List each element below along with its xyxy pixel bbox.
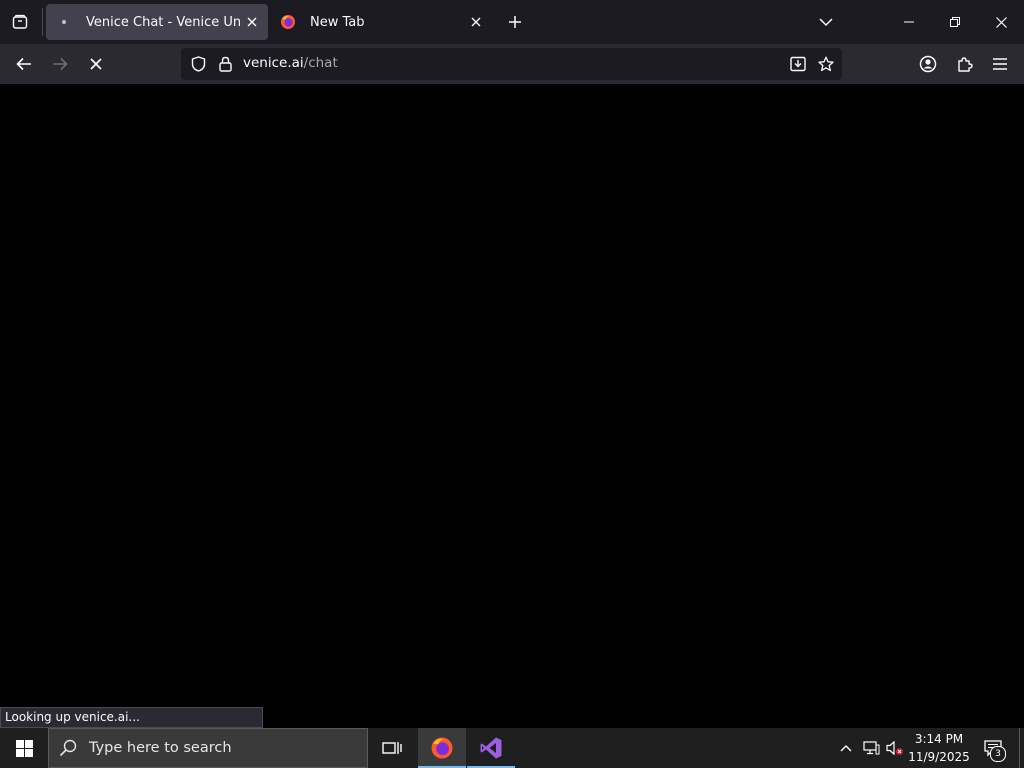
status-panel: Looking up venice.ai...: [0, 707, 263, 728]
search-icon: [59, 739, 77, 757]
restore-button[interactable]: [932, 0, 978, 44]
download-tray-icon: [790, 56, 806, 72]
install-app-button[interactable]: [786, 51, 810, 77]
firefox-view-icon: [12, 14, 28, 29]
back-arrow-icon: [16, 57, 31, 71]
firefox-view-button[interactable]: [6, 8, 34, 36]
tab-venice-chat[interactable]: Venice Chat - Venice Uncensored: [46, 4, 268, 40]
stop-loading-button[interactable]: [82, 50, 110, 78]
tab-close-button[interactable]: [464, 10, 488, 34]
forward-arrow-icon: [53, 57, 68, 71]
back-button[interactable]: [10, 50, 38, 78]
visual-studio-icon: [480, 737, 502, 759]
notification-count-badge: 3: [990, 746, 1006, 762]
close-icon: [471, 17, 481, 27]
tab-strip: Venice Chat - Venice Uncensored New Tab: [0, 0, 1024, 44]
chevron-down-icon: [819, 18, 833, 27]
tab-close-button[interactable]: [240, 10, 264, 34]
stop-x-icon: [90, 58, 102, 70]
speaker-muted-icon: [886, 740, 903, 756]
account-button[interactable]: [914, 50, 942, 78]
tab-title: Venice Chat - Venice Uncensored: [86, 14, 240, 30]
app-menu-button[interactable]: [986, 50, 1014, 78]
page-content[interactable]: [0, 84, 1024, 728]
extensions-button[interactable]: [950, 50, 978, 78]
window-close-button[interactable]: [978, 0, 1024, 44]
close-icon: [995, 16, 1007, 28]
show-desktop-button[interactable]: [1019, 728, 1024, 768]
system-clock[interactable]: 3:14 PM 11/9/2025: [908, 730, 970, 766]
puzzle-icon: [957, 56, 973, 72]
list-all-tabs-button[interactable]: [812, 8, 840, 36]
site-info-button[interactable]: [215, 52, 235, 76]
tab-title: New Tab: [310, 14, 365, 30]
lock-icon: [218, 56, 232, 72]
url-text[interactable]: venice.ai/chat: [243, 55, 338, 71]
url-path: /chat: [303, 55, 338, 71]
task-view-button[interactable]: [368, 728, 416, 768]
network-button[interactable]: [860, 736, 882, 760]
taskbar-visual-studio[interactable]: [467, 728, 515, 768]
forward-button[interactable]: [46, 50, 74, 78]
loading-dot-icon: [56, 14, 72, 30]
star-icon: [818, 56, 834, 72]
navigation-toolbar: venice.ai/chat: [0, 44, 1024, 84]
tracking-protection-button[interactable]: [187, 52, 209, 76]
bookmark-button[interactable]: [814, 51, 838, 77]
show-hidden-icons-button[interactable]: [836, 736, 856, 760]
clock-date: 11/9/2025: [908, 750, 970, 764]
windows-taskbar: Type here to search 3:14 PM 11/9/2025: [0, 728, 1024, 768]
url-bar[interactable]: venice.ai/chat: [181, 48, 842, 80]
firefox-icon: [431, 737, 453, 759]
network-icon: [862, 740, 879, 754]
task-view-icon: [382, 742, 402, 754]
account-icon: [919, 55, 937, 73]
taskbar-firefox[interactable]: [418, 728, 466, 768]
search-placeholder: Type here to search: [89, 740, 232, 756]
start-button[interactable]: [0, 728, 48, 768]
new-tab-button[interactable]: [502, 8, 528, 36]
volume-button[interactable]: [884, 736, 906, 760]
windows-logo-icon: [15, 739, 33, 757]
tab-separator: [42, 8, 43, 36]
restore-icon: [950, 17, 960, 27]
close-icon: [247, 17, 257, 27]
clock-time: 3:14 PM: [914, 732, 964, 746]
tab-new-tab[interactable]: New Tab: [270, 4, 492, 40]
url-host: venice.ai: [243, 55, 304, 71]
hamburger-menu-icon: [993, 58, 1007, 70]
taskbar-search-box[interactable]: Type here to search: [48, 728, 368, 768]
plus-icon: [509, 16, 521, 28]
firefox-icon: [280, 14, 296, 30]
minimize-icon: [904, 21, 914, 23]
minimize-button[interactable]: [886, 0, 932, 44]
shield-icon: [191, 56, 205, 72]
chevron-up-icon: [840, 745, 852, 752]
